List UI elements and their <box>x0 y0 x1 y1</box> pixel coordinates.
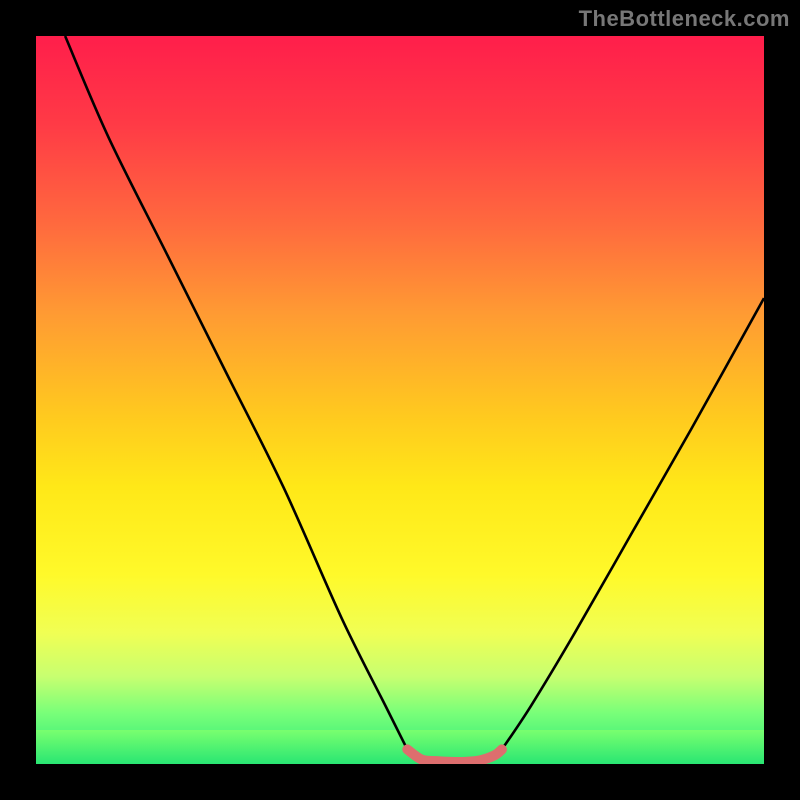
curve-right <box>502 298 764 749</box>
chart-svg <box>36 36 764 764</box>
chart-frame: TheBottleneck.com <box>0 0 800 800</box>
watermark-text: TheBottleneck.com <box>579 6 790 32</box>
curve-trough <box>407 749 502 762</box>
curve-left <box>65 36 407 749</box>
